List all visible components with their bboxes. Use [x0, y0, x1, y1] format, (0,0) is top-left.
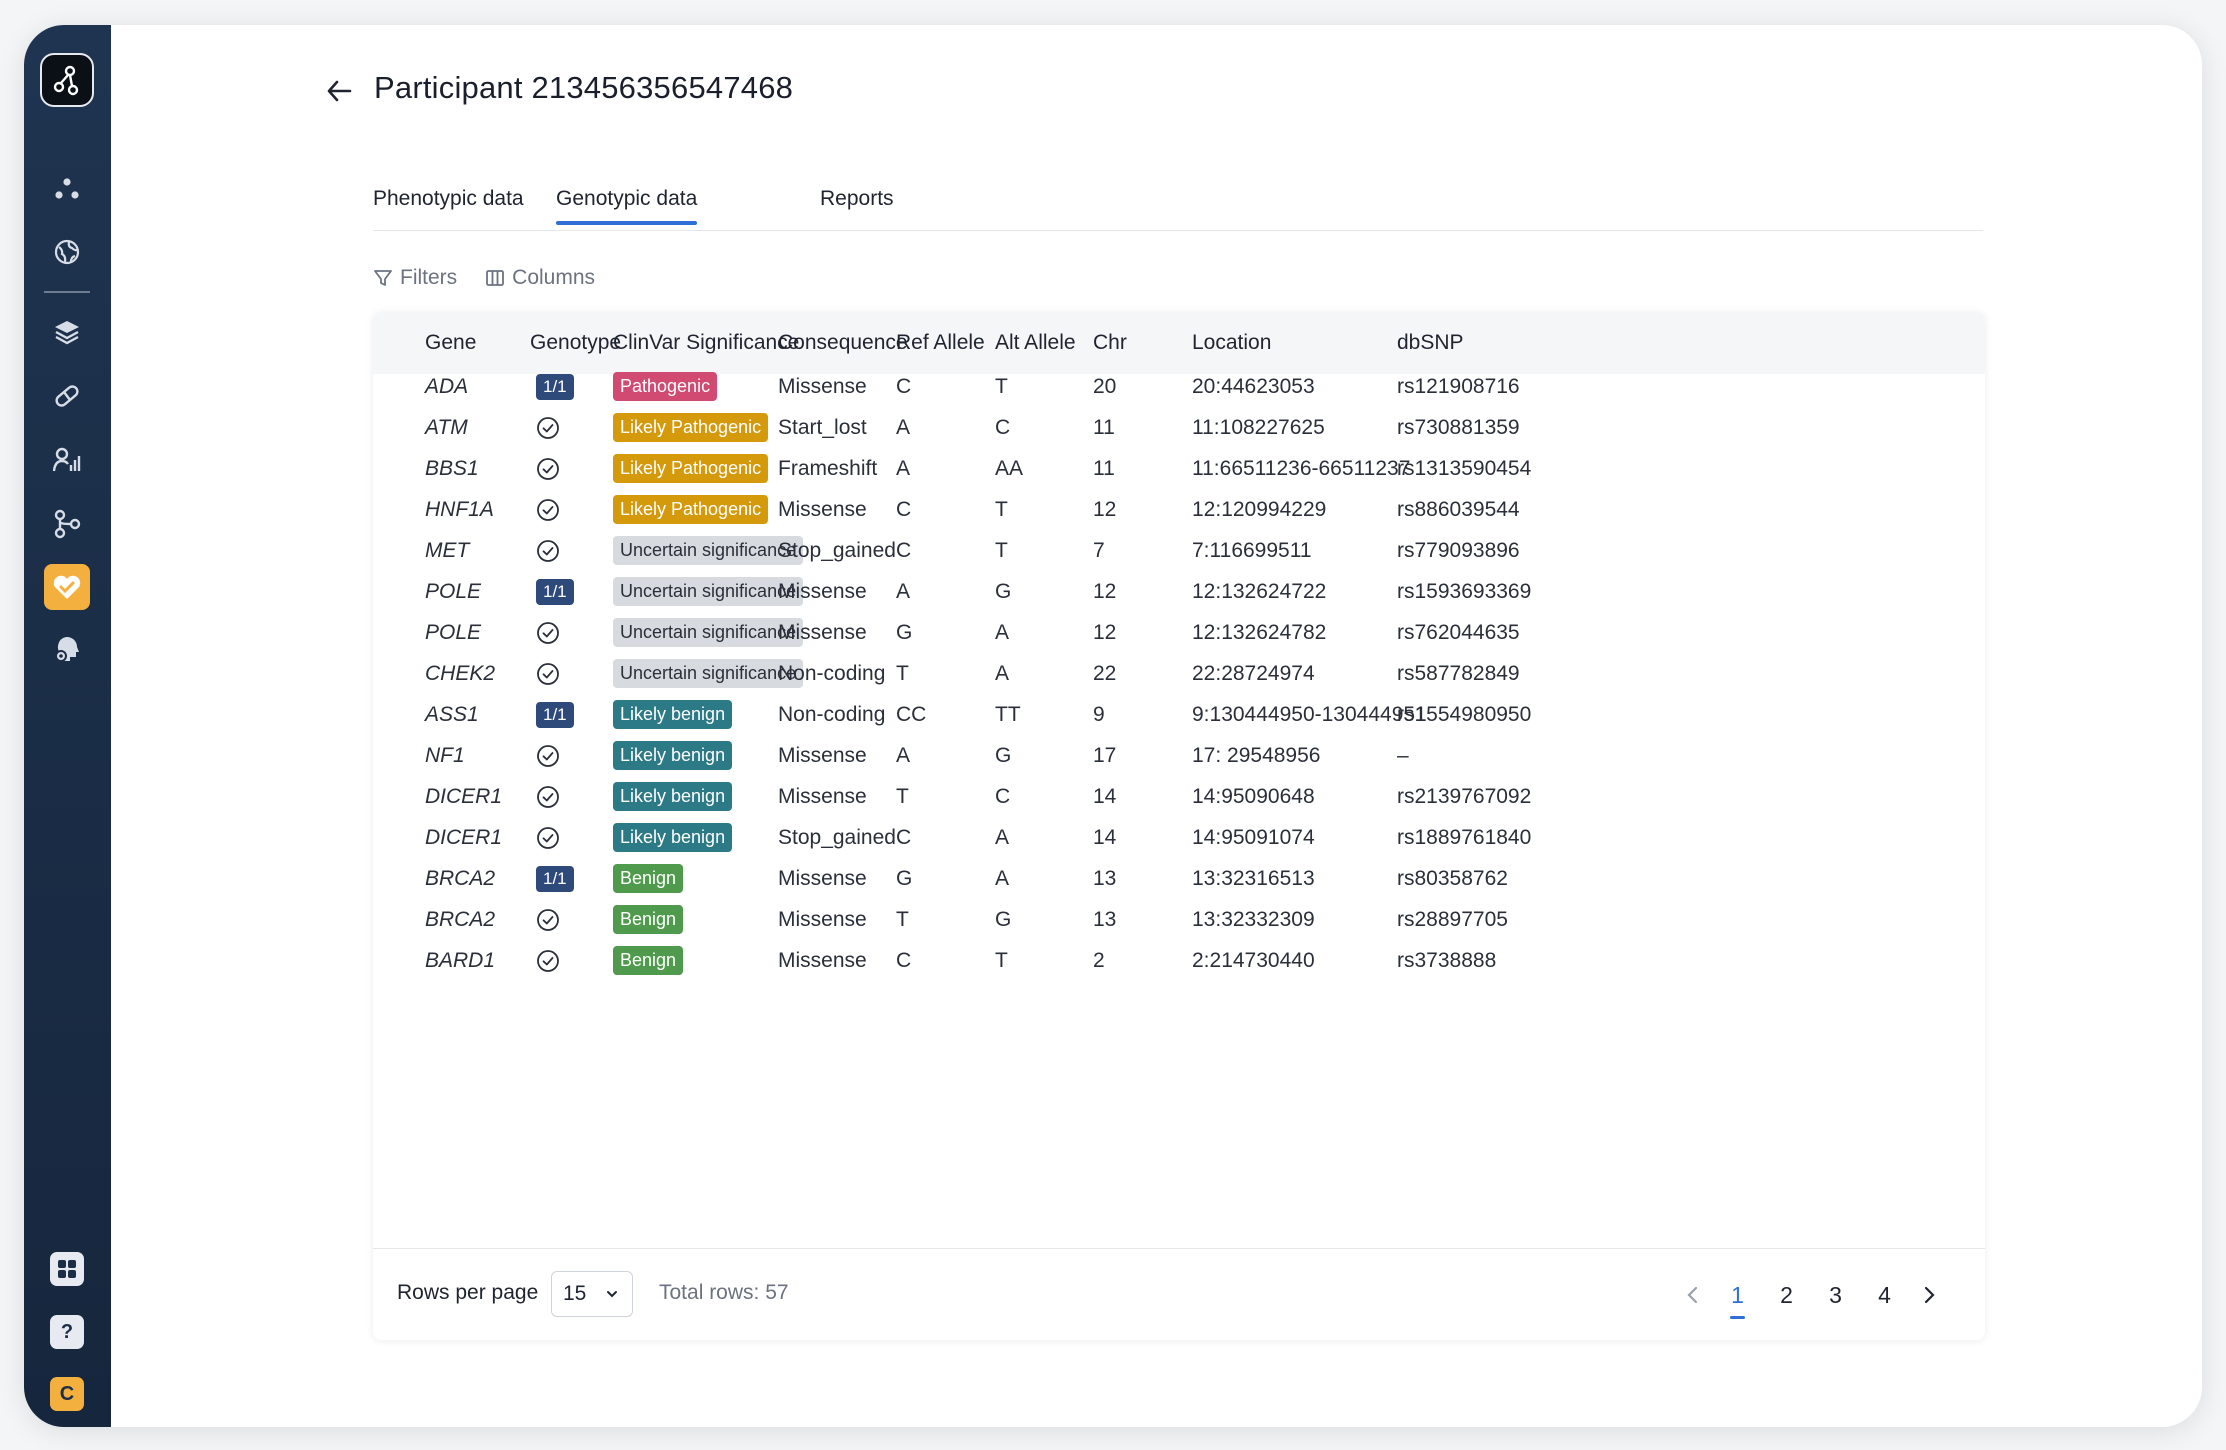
clinvar-badge: Likely benign: [613, 782, 733, 811]
check-circle-icon: [537, 908, 559, 931]
grid-icon[interactable]: [50, 1252, 84, 1286]
app-window: ? C Participant 213456356547468 Phenotyp…: [24, 25, 2202, 1427]
globe-icon[interactable]: [44, 229, 90, 275]
pill-icon[interactable]: [44, 373, 90, 419]
page-1-button[interactable]: 1: [1713, 1282, 1762, 1319]
clinvar-badge: Uncertain significance: [613, 618, 804, 647]
cell-chr: 2: [1093, 948, 1105, 972]
genotype-badge: 1/1: [536, 373, 574, 400]
rows-per-page-select[interactable]: 15: [551, 1271, 633, 1317]
check-circle-icon: [537, 498, 559, 521]
table-row[interactable]: BARD1 Benign Missense C T 2 2:214730440 rs37388…: [373, 940, 1985, 981]
next-page-button[interactable]: [1909, 1275, 1949, 1315]
clinvar-badge: Likely benign: [613, 700, 733, 729]
filter-icon: [374, 270, 392, 286]
genotype-badge: 1/1: [536, 701, 574, 728]
check-circle-icon: [537, 539, 559, 562]
rows-per-page-value: 15: [563, 1282, 587, 1305]
tab-bar: Phenotypic data Genotypic data Reports: [373, 163, 1983, 231]
page-3-button[interactable]: 3: [1811, 1282, 1860, 1309]
chevron-left-icon: [1687, 1286, 1698, 1304]
help-button[interactable]: ?: [50, 1315, 84, 1349]
cell-dbsnp: rs3738888: [1397, 948, 1497, 972]
clinvar-badge: Likely benign: [613, 823, 733, 852]
check-circle-icon: [537, 416, 559, 439]
cell-location: 2:214730440: [1192, 948, 1315, 972]
tab-phenotypic-data[interactable]: Phenotypic data: [373, 187, 524, 211]
clinvar-badge: Pathogenic: [613, 372, 718, 401]
head-gear-icon[interactable]: [44, 626, 90, 672]
cell-consequence: Missense: [778, 948, 867, 972]
filters-button[interactable]: Filters: [373, 263, 457, 293]
clinvar-badge: Benign: [613, 946, 684, 975]
column-header-dbsnp[interactable]: dbSNP: [1397, 331, 1464, 355]
heart-shield-icon[interactable]: [44, 564, 90, 610]
total-rows: Total rows: 57: [659, 1281, 789, 1304]
column-header-clinvar-significance[interactable]: ClinVar Significance: [613, 331, 799, 355]
sidebar: ? C: [24, 25, 111, 1427]
page-title: Participant 213456356547468: [374, 70, 794, 105]
chevron-down-icon: [607, 1291, 617, 1298]
clinvar-badge: Likely benign: [613, 741, 733, 770]
column-header-ref-allele[interactable]: Ref Allele: [896, 331, 985, 355]
cell-gene: BARD1: [425, 948, 496, 972]
tab-reports[interactable]: Reports: [820, 187, 894, 211]
cell-alt: T: [995, 948, 1008, 972]
clinvar-badge: Likely Pathogenic: [613, 495, 769, 524]
genotype-badge: 1/1: [536, 578, 574, 605]
rows-per-page-label: Rows per page: [397, 1281, 539, 1304]
page-4-button[interactable]: 4: [1860, 1282, 1909, 1309]
person-chart-icon[interactable]: [44, 437, 90, 483]
layers-icon[interactable]: [44, 309, 90, 355]
columns-button[interactable]: Columns: [485, 263, 595, 293]
clinvar-badge: Likely Pathogenic: [613, 413, 769, 442]
tab-genotypic-data[interactable]: Genotypic data: [556, 187, 698, 225]
app-logo-icon[interactable]: [40, 53, 94, 107]
cell-genotype: [536, 932, 560, 990]
clinvar-badge: Benign: [613, 905, 684, 934]
check-circle-icon: [537, 457, 559, 480]
dots-cluster-icon[interactable]: [44, 166, 90, 212]
chevron-right-icon: [1924, 1286, 1935, 1304]
clinvar-badge: Uncertain significance: [613, 659, 804, 688]
cell-ref: C: [896, 948, 912, 972]
page-2-button[interactable]: 2: [1762, 1282, 1811, 1309]
table-footer: Rows per page 15 Total rows: 57 1 2 3 4: [373, 1248, 1985, 1340]
clinvar-badge: Uncertain significance: [613, 577, 804, 606]
pagination: 1 2 3 4: [1673, 1275, 1949, 1319]
column-header-location[interactable]: Location: [1192, 331, 1271, 355]
genotype-table: Gene Genotype ClinVar Significance Conseque…: [373, 312, 1985, 1340]
columns-icon: [486, 270, 505, 286]
back-arrow-icon[interactable]: [321, 73, 357, 109]
check-circle-icon: [537, 785, 559, 808]
genotype-badge: 1/1: [536, 865, 574, 892]
check-circle-icon: [537, 662, 559, 685]
column-header-consequence[interactable]: Consequence: [778, 331, 908, 355]
sidebar-divider: [44, 291, 90, 293]
columns-label: Columns: [512, 266, 596, 289]
prev-page-button[interactable]: [1673, 1275, 1713, 1315]
clinvar-badge: Likely Pathogenic: [613, 454, 769, 483]
clinvar-badge: Benign: [613, 864, 684, 893]
clinvar-badge: Uncertain significance: [613, 536, 804, 565]
check-circle-icon: [537, 621, 559, 644]
column-header-chr[interactable]: Chr: [1093, 331, 1127, 355]
branch-icon[interactable]: [44, 501, 90, 547]
check-circle-icon: [537, 949, 559, 972]
column-header-alt-allele[interactable]: Alt Allele: [995, 331, 1076, 355]
check-circle-icon: [537, 826, 559, 849]
column-header-gene[interactable]: Gene: [425, 331, 476, 355]
main-content: Participant 213456356547468 Phenotypic d…: [111, 25, 2202, 1427]
table-toolbar: Filters Columns: [373, 263, 595, 293]
filters-label: Filters: [400, 266, 458, 289]
column-header-genotype[interactable]: Genotype: [530, 331, 621, 355]
cell-clinvar: Benign: [613, 932, 684, 990]
user-avatar[interactable]: C: [50, 1377, 84, 1411]
check-circle-icon: [537, 744, 559, 767]
